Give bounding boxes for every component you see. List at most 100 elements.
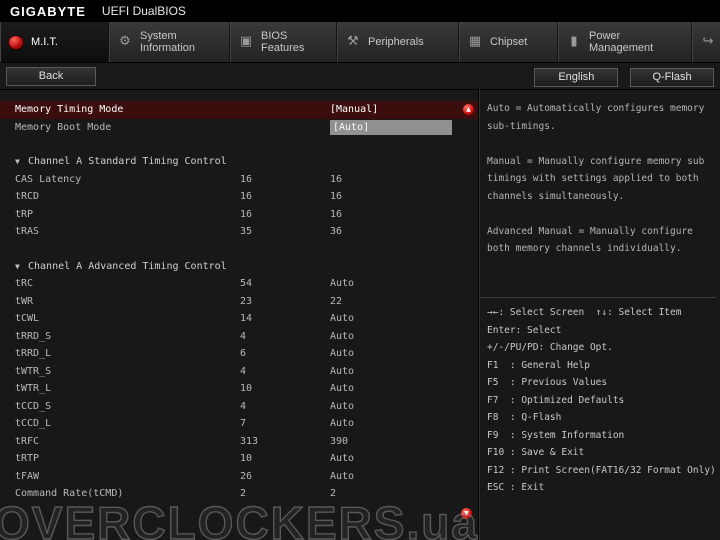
tab-save[interactable]: ↪Save & Exit (692, 22, 720, 62)
bios-title: UEFI DualBIOS (102, 4, 186, 18)
setting-value-col2: [Auto] (330, 120, 452, 135)
settings-row[interactable]: tRRD_L6Auto (0, 345, 478, 363)
setting-value-col1: 16 (240, 191, 330, 202)
gear-icon: ⚙ (117, 34, 133, 50)
settings-row[interactable]: tRP1616 (0, 206, 478, 224)
settings-row[interactable]: tWR2322 (0, 293, 478, 311)
toolbar: Back English Q-Flash (0, 63, 720, 90)
tab-peripherals[interactable]: ⚒Peripherals (337, 22, 459, 62)
key-hint: →←: Select Screen ↑↓: Select Item (487, 304, 716, 322)
monitor-icon: ▣ (238, 34, 254, 50)
setting-value-col2: 16 (330, 209, 466, 220)
back-button[interactable]: Back (6, 67, 96, 86)
settings-row[interactable]: CAS Latency1616 (0, 171, 478, 189)
setting-label: tCCD_S (0, 401, 240, 412)
settings-row[interactable]: tCCD_S4Auto (0, 398, 478, 416)
tab-bios[interactable]: ▣ BIOS Features (230, 22, 337, 62)
key-hint: F12 : Print Screen(FAT16/32 Format Only) (487, 462, 716, 480)
setting-value-col1: 4 (240, 331, 330, 342)
help-paragraph: Auto = Automatically configures memory s… (487, 100, 716, 135)
help-text: Auto = Automatically configures memory s… (487, 100, 716, 297)
language-button[interactable]: English (534, 68, 618, 87)
setting-label: tWR (0, 296, 240, 307)
settings-row[interactable]: tRRD_S4Auto (0, 328, 478, 346)
tab-chipset[interactable]: ▦Chipset (459, 22, 558, 62)
tab-label: System Information (140, 30, 221, 54)
tab-sysinfo[interactable]: ⚙ System Information (109, 22, 230, 62)
setting-value-col1: 16 (240, 209, 330, 220)
scroll-down-indicator[interactable]: ▼ (461, 508, 472, 519)
settings-list: Memory Timing Mode[Manual]Memory Boot Mo… (0, 89, 478, 540)
settings-row[interactable]: Memory Timing Mode[Manual] (0, 101, 478, 119)
key-hint: +/-/PU/PD: Change Opt. (487, 339, 716, 357)
setting-value-col2: 16 (330, 191, 466, 202)
setting-value-col1: 6 (240, 348, 330, 359)
setting-value-col2: Auto (330, 453, 466, 464)
tab-label: Chipset (490, 36, 527, 48)
qflash-button[interactable]: Q-Flash (630, 68, 714, 87)
gigabyte-logo: GIGABYTE (10, 4, 86, 19)
setting-label: tRAS (0, 226, 240, 237)
setting-value-col2: Auto (330, 401, 466, 412)
settings-row[interactable]: tRC54Auto (0, 275, 478, 293)
settings-row[interactable]: tCWL14Auto (0, 310, 478, 328)
settings-row[interactable]: tWTR_L10Auto (0, 380, 478, 398)
exit-icon: ↪ (700, 34, 716, 50)
setting-label: tRTP (0, 453, 240, 464)
setting-value-col1: 16 (240, 174, 330, 185)
setting-value-col2: Auto (330, 383, 466, 394)
tab-bar: M.I.T. ⚙ System Information ▣ BIOS Features ⚒… (0, 22, 720, 63)
key-hint: F10 : Save & Exit (487, 444, 716, 462)
settings-row[interactable]: tRCD1616 (0, 188, 478, 206)
setting-label: tRP (0, 209, 240, 220)
key-hint: F5 : Previous Values (487, 374, 716, 392)
bios-screen: GIGABYTE UEFI DualBIOS M.I.T. ⚙ System Inf… (0, 0, 720, 540)
setting-value-col1: 54 (240, 278, 330, 289)
setting-label: tRCD (0, 191, 240, 202)
settings-row[interactable]: tRAS3536 (0, 223, 478, 241)
setting-value-col1: 313 (240, 436, 330, 447)
setting-value-col1: 14 (240, 313, 330, 324)
settings-section-header[interactable]: ▼Channel A Standard Timing Control (0, 153, 478, 171)
settings-row[interactable]: Command Rate(tCMD)22 (0, 485, 478, 503)
setting-value-col1: 10 (240, 383, 330, 394)
toolbar-right-group: English Q-Flash (532, 65, 714, 87)
setting-label: tRC (0, 278, 240, 289)
setting-label: Memory Boot Mode (0, 122, 240, 133)
key-hint: F7 : Optimized Defaults (487, 392, 716, 410)
tab-label: BIOS Features (261, 30, 328, 54)
help-paragraph: Manual = Manually configure memory sub t… (487, 153, 716, 206)
tab-label: Power Management (589, 30, 683, 54)
tab-label: M.I.T. (31, 36, 58, 48)
settings-row[interactable]: tFAW26Auto (0, 468, 478, 486)
setting-value-col2: Auto (330, 348, 466, 359)
tab-power[interactable]: ▮Power Management (558, 22, 692, 62)
settings-row[interactable]: Memory Boot Mode [Auto] (0, 119, 478, 137)
settings-row[interactable]: tCCD_L7Auto (0, 415, 478, 433)
setting-value-col1: 10 (240, 453, 330, 464)
help-divider (479, 297, 716, 298)
setting-value-col2: Auto (330, 418, 466, 429)
settings-row[interactable]: tRFC313390 (0, 433, 478, 451)
setting-value-col2: 22 (330, 296, 466, 307)
setting-value-col2: 36 (330, 226, 466, 237)
settings-row[interactable]: tWTR_S4Auto (0, 363, 478, 381)
scroll-up-indicator[interactable]: ▲ (463, 104, 474, 115)
mit-red-circle-icon (8, 35, 24, 50)
setting-label: tCCD_L (0, 418, 240, 429)
section-label: Channel A Advanced Timing Control (28, 261, 227, 272)
setting-value-col1: 2 (240, 488, 330, 499)
setting-label: Command Rate(tCMD) (0, 488, 240, 499)
help-paragraph: Advanced Manual = Manually configure bot… (487, 223, 716, 258)
settings-row[interactable]: tRTP10Auto (0, 450, 478, 468)
setting-value-col2: [Manual] (330, 104, 466, 115)
setting-value-col2: Auto (330, 278, 466, 289)
settings-section-header[interactable]: ▼Channel A Advanced Timing Control (0, 258, 478, 276)
setting-value-col1: 26 (240, 471, 330, 482)
setting-label: tCWL (0, 313, 240, 324)
tab-mit[interactable]: M.I.T. (0, 22, 109, 62)
tools-icon: ⚒ (345, 34, 361, 50)
setting-value-col2: 16 (330, 174, 466, 185)
setting-value-col2: Auto (330, 331, 466, 342)
setting-value-col2: Auto (330, 471, 466, 482)
